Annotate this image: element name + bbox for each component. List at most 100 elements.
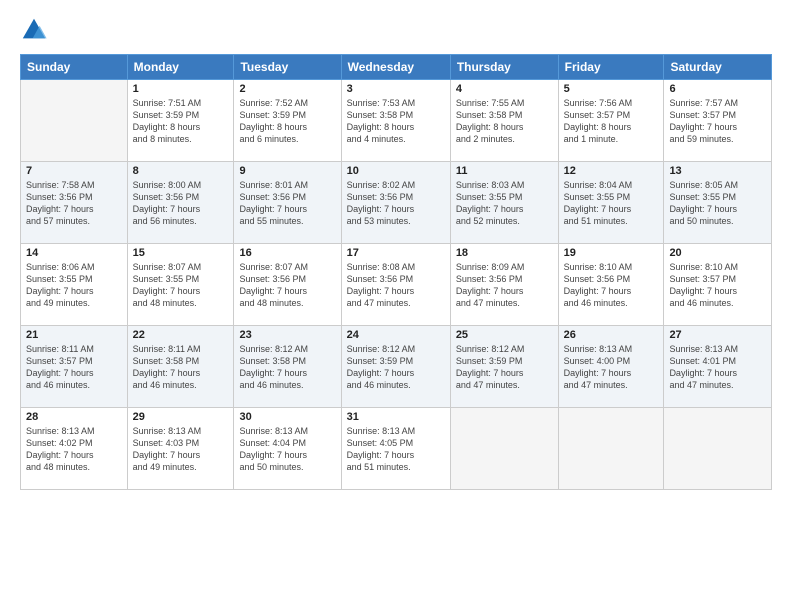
calendar-cell [664, 408, 772, 490]
col-header-monday: Monday [127, 55, 234, 80]
calendar-week-row: 14 Sunrise: 8:06 AM Sunset: 3:55 PM Dayli… [21, 244, 772, 326]
calendar-cell: 23 Sunrise: 8:12 AM Sunset: 3:58 PM Dayli… [234, 326, 341, 408]
day-number: 11 [456, 165, 553, 177]
day-info: Sunrise: 8:07 AM Sunset: 3:55 PM Dayligh… [133, 261, 229, 310]
calendar-week-row: 28 Sunrise: 8:13 AM Sunset: 4:02 PM Dayli… [21, 408, 772, 490]
col-header-friday: Friday [558, 55, 664, 80]
day-info: Sunrise: 7:53 AM Sunset: 3:58 PM Dayligh… [347, 97, 445, 146]
day-number: 26 [564, 329, 659, 341]
calendar-cell: 18Sunrise: 8:09 AM Sunset: 3:56 PM Dayli… [450, 244, 558, 326]
calendar-header-row: SundayMondayTuesdayWednesdayThursdayFrid… [21, 55, 772, 80]
day-number: 17 [347, 247, 445, 259]
day-number: 24 [347, 329, 445, 341]
calendar-cell: 13 Sunrise: 8:05 AM Sunset: 3:55 PM Dayli… [664, 162, 772, 244]
calendar-cell: 19 Sunrise: 8:10 AM Sunset: 3:56 PM Dayli… [558, 244, 664, 326]
day-info: Sunrise: 7:56 AM Sunset: 3:57 PM Dayligh… [564, 97, 659, 146]
calendar-week-row: 7 Sunrise: 7:58 AM Sunset: 3:56 PM Daylig… [21, 162, 772, 244]
calendar-cell: 3 Sunrise: 7:53 AM Sunset: 3:58 PM Daylig… [341, 80, 450, 162]
day-info: Sunrise: 8:13 AM Sunset: 4:05 PM Dayligh… [347, 425, 445, 474]
day-number: 7 [26, 165, 122, 177]
day-number: 29 [133, 411, 229, 423]
day-info: Sunrise: 8:08 AM Sunset: 3:56 PM Dayligh… [347, 261, 445, 310]
day-info: Sunrise: 8:13 AM Sunset: 4:04 PM Dayligh… [239, 425, 335, 474]
day-number: 2 [239, 83, 335, 95]
day-info: Sunrise: 8:10 AM Sunset: 3:57 PM Dayligh… [669, 261, 766, 310]
day-info: Sunrise: 8:10 AM Sunset: 3:56 PM Dayligh… [564, 261, 659, 310]
day-number: 30 [239, 411, 335, 423]
calendar-cell: 28 Sunrise: 8:13 AM Sunset: 4:02 PM Dayli… [21, 408, 128, 490]
col-header-saturday: Saturday [664, 55, 772, 80]
header [20, 16, 772, 44]
calendar-cell [21, 80, 128, 162]
calendar-week-row: 21 Sunrise: 8:11 AM Sunset: 3:57 PM Dayli… [21, 326, 772, 408]
day-number: 25 [456, 329, 553, 341]
calendar-cell: 31 Sunrise: 8:13 AM Sunset: 4:05 PM Dayli… [341, 408, 450, 490]
day-info: Sunrise: 8:07 AM Sunset: 3:56 PM Dayligh… [239, 261, 335, 310]
day-number: 22 [133, 329, 229, 341]
calendar-cell: 16Sunrise: 8:07 AM Sunset: 3:56 PM Dayli… [234, 244, 341, 326]
day-info: Sunrise: 8:02 AM Sunset: 3:56 PM Dayligh… [347, 179, 445, 228]
day-info: Sunrise: 7:55 AM Sunset: 3:58 PM Dayligh… [456, 97, 553, 146]
calendar-cell: 6 Sunrise: 7:57 AM Sunset: 3:57 PM Daylig… [664, 80, 772, 162]
day-info: Sunrise: 8:13 AM Sunset: 4:00 PM Dayligh… [564, 343, 659, 392]
day-number: 8 [133, 165, 229, 177]
day-number: 13 [669, 165, 766, 177]
calendar-cell: 17 Sunrise: 8:08 AM Sunset: 3:56 PM Dayli… [341, 244, 450, 326]
page: SundayMondayTuesdayWednesdayThursdayFrid… [0, 0, 792, 612]
day-info: Sunrise: 7:57 AM Sunset: 3:57 PM Dayligh… [669, 97, 766, 146]
calendar-cell: 9Sunrise: 8:01 AM Sunset: 3:56 PM Daylig… [234, 162, 341, 244]
day-number: 10 [347, 165, 445, 177]
logo-icon [20, 16, 48, 44]
calendar-table: SundayMondayTuesdayWednesdayThursdayFrid… [20, 54, 772, 490]
calendar-cell: 8 Sunrise: 8:00 AM Sunset: 3:56 PM Daylig… [127, 162, 234, 244]
calendar-cell: 12Sunrise: 8:04 AM Sunset: 3:55 PM Dayli… [558, 162, 664, 244]
calendar-cell: 24 Sunrise: 8:12 AM Sunset: 3:59 PM Dayli… [341, 326, 450, 408]
calendar-cell: 22Sunrise: 8:11 AM Sunset: 3:58 PM Dayli… [127, 326, 234, 408]
col-header-sunday: Sunday [21, 55, 128, 80]
day-number: 6 [669, 83, 766, 95]
day-info: Sunrise: 8:11 AM Sunset: 3:57 PM Dayligh… [26, 343, 122, 392]
day-number: 1 [133, 83, 229, 95]
day-number: 19 [564, 247, 659, 259]
calendar-cell: 2 Sunrise: 7:52 AM Sunset: 3:59 PM Daylig… [234, 80, 341, 162]
day-number: 28 [26, 411, 122, 423]
day-info: Sunrise: 8:05 AM Sunset: 3:55 PM Dayligh… [669, 179, 766, 228]
day-info: Sunrise: 8:12 AM Sunset: 3:59 PM Dayligh… [347, 343, 445, 392]
day-info: Sunrise: 8:13 AM Sunset: 4:03 PM Dayligh… [133, 425, 229, 474]
day-info: Sunrise: 8:09 AM Sunset: 3:56 PM Dayligh… [456, 261, 553, 310]
day-info: Sunrise: 8:12 AM Sunset: 3:59 PM Dayligh… [456, 343, 553, 392]
day-number: 5 [564, 83, 659, 95]
day-number: 20 [669, 247, 766, 259]
calendar-cell [450, 408, 558, 490]
col-header-tuesday: Tuesday [234, 55, 341, 80]
day-info: Sunrise: 7:51 AM Sunset: 3:59 PM Dayligh… [133, 97, 229, 146]
day-info: Sunrise: 8:12 AM Sunset: 3:58 PM Dayligh… [239, 343, 335, 392]
day-number: 15 [133, 247, 229, 259]
day-number: 23 [239, 329, 335, 341]
calendar-cell: 10 Sunrise: 8:02 AM Sunset: 3:56 PM Dayli… [341, 162, 450, 244]
calendar-cell: 5 Sunrise: 7:56 AM Sunset: 3:57 PM Daylig… [558, 80, 664, 162]
day-info: Sunrise: 8:13 AM Sunset: 4:01 PM Dayligh… [669, 343, 766, 392]
logo [20, 16, 52, 44]
calendar-body: 1 Sunrise: 7:51 AM Sunset: 3:59 PM Daylig… [21, 80, 772, 490]
calendar-cell: 20 Sunrise: 8:10 AM Sunset: 3:57 PM Dayli… [664, 244, 772, 326]
day-number: 31 [347, 411, 445, 423]
calendar-cell: 26 Sunrise: 8:13 AM Sunset: 4:00 PM Dayli… [558, 326, 664, 408]
calendar-week-row: 1 Sunrise: 7:51 AM Sunset: 3:59 PM Daylig… [21, 80, 772, 162]
calendar-cell: 15 Sunrise: 8:07 AM Sunset: 3:55 PM Dayli… [127, 244, 234, 326]
calendar-cell: 30 Sunrise: 8:13 AM Sunset: 4:04 PM Dayli… [234, 408, 341, 490]
day-number: 3 [347, 83, 445, 95]
day-number: 21 [26, 329, 122, 341]
day-info: Sunrise: 7:52 AM Sunset: 3:59 PM Dayligh… [239, 97, 335, 146]
calendar-cell: 14 Sunrise: 8:06 AM Sunset: 3:55 PM Dayli… [21, 244, 128, 326]
day-number: 14 [26, 247, 122, 259]
day-info: Sunrise: 7:58 AM Sunset: 3:56 PM Dayligh… [26, 179, 122, 228]
calendar-cell: 25 Sunrise: 8:12 AM Sunset: 3:59 PM Dayli… [450, 326, 558, 408]
calendar-cell [558, 408, 664, 490]
day-info: Sunrise: 8:03 AM Sunset: 3:55 PM Dayligh… [456, 179, 553, 228]
day-info: Sunrise: 8:01 AM Sunset: 3:56 PM Dayligh… [239, 179, 335, 228]
day-info: Sunrise: 8:06 AM Sunset: 3:55 PM Dayligh… [26, 261, 122, 310]
day-info: Sunrise: 8:13 AM Sunset: 4:02 PM Dayligh… [26, 425, 122, 474]
day-info: Sunrise: 8:00 AM Sunset: 3:56 PM Dayligh… [133, 179, 229, 228]
day-info: Sunrise: 8:04 AM Sunset: 3:55 PM Dayligh… [564, 179, 659, 228]
